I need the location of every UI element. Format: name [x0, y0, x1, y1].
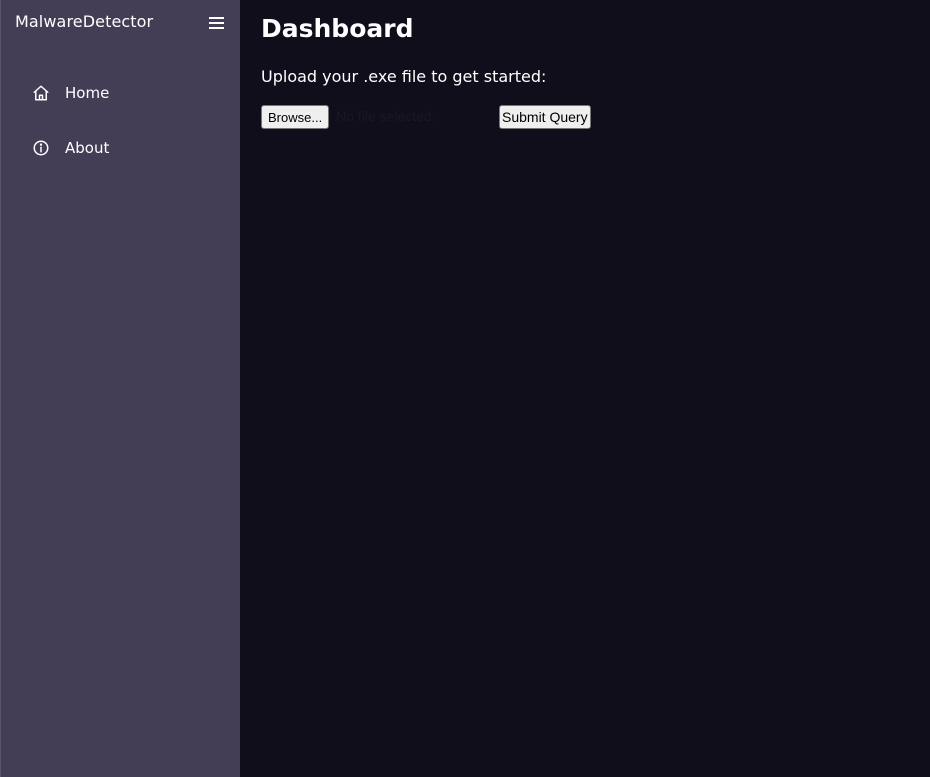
browse-file-button[interactable]: Browse...: [261, 105, 330, 129]
page-title: Dashboard: [261, 14, 414, 43]
main-content: Dashboard Upload your .exe file to get s…: [241, 0, 930, 777]
home-icon: [23, 75, 59, 111]
file-status-text: No file selected.: [336, 108, 436, 124]
hamburger-menu-icon[interactable]: [207, 14, 227, 32]
submit-query-button[interactable]: Submit Query: [499, 105, 591, 129]
sidebar-item-home[interactable]: Home: [23, 75, 223, 111]
info-icon: [23, 130, 59, 166]
sidebar-item-label: Home: [65, 84, 110, 102]
sidebar-item-about[interactable]: About: [23, 130, 223, 166]
sidebar-item-label: About: [65, 139, 110, 157]
brand-title: MalwareDetector: [15, 12, 154, 31]
upload-instructions: Upload your .exe file to get started:: [261, 67, 547, 86]
sidebar: MalwareDetector Home About: [0, 0, 240, 777]
app-window: MalwareDetector Home About Dashboard Upl…: [0, 0, 930, 777]
